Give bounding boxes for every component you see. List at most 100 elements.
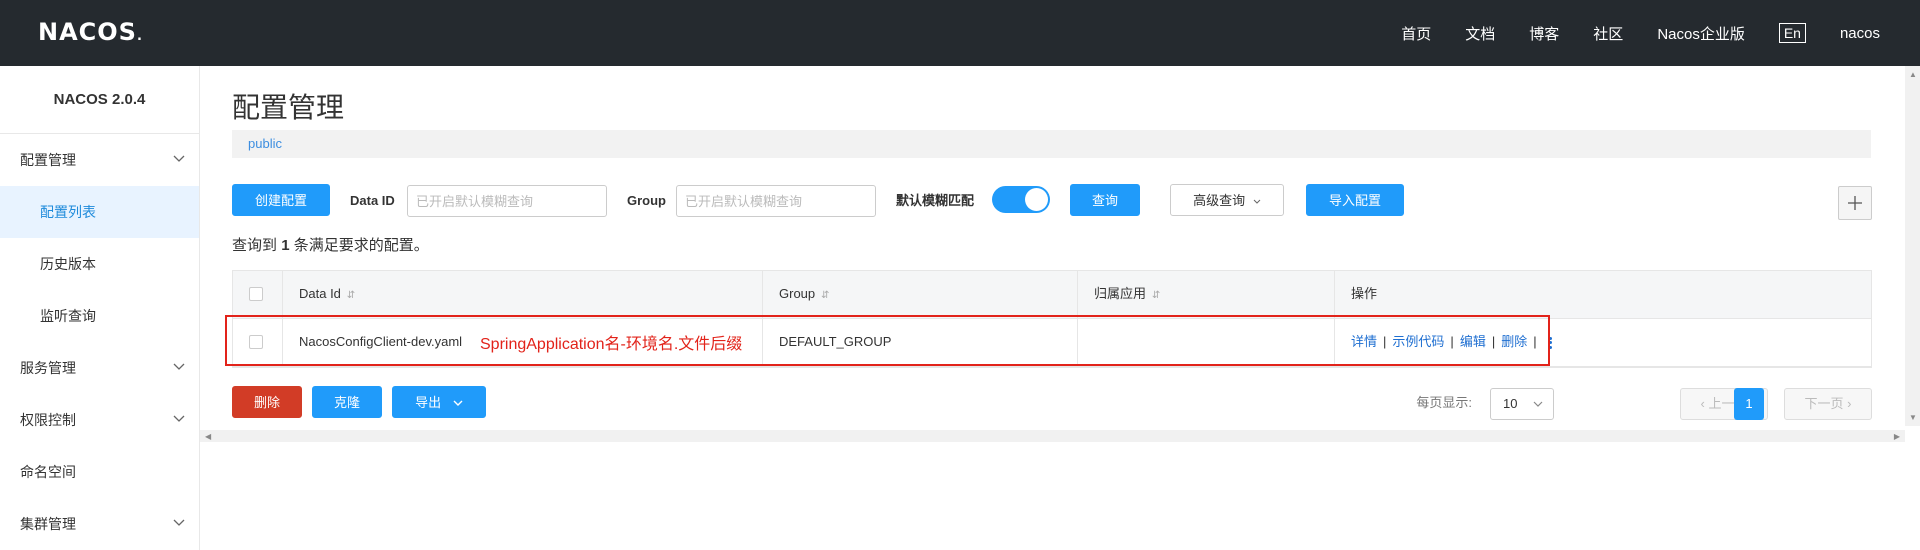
sort-icon[interactable]: ⇵ bbox=[821, 290, 829, 301]
sidebar-item-config-list[interactable]: 配置列表 bbox=[0, 186, 199, 238]
next-label: 下一页 bbox=[1804, 396, 1844, 411]
column-label: Data Id bbox=[299, 286, 341, 301]
chevron-down-icon bbox=[1533, 401, 1543, 407]
vertical-scrollbar[interactable]: ▲ ▼ bbox=[1905, 66, 1920, 426]
select-all-checkbox[interactable] bbox=[249, 286, 263, 301]
page-size-value: 10 bbox=[1503, 396, 1518, 411]
fuzzy-match-toggle[interactable] bbox=[992, 186, 1050, 213]
import-config-button[interactable]: 导入配置 bbox=[1306, 184, 1404, 216]
result-suffix: 条满足要求的配置。 bbox=[293, 237, 429, 254]
chevron-down-icon bbox=[453, 400, 463, 407]
group-label: Group bbox=[627, 193, 666, 208]
logo-text: NACOS bbox=[38, 18, 137, 46]
horizontal-scrollbar[interactable]: ◀ ▶ bbox=[200, 430, 1905, 442]
top-header: NACOS. 首页 文档 博客 社区 Nacos企业版 En nacos bbox=[0, 0, 1920, 66]
chevron-down-icon bbox=[1253, 199, 1261, 204]
clone-button[interactable]: 克隆 bbox=[312, 386, 382, 418]
advanced-query-label: 高级查询 bbox=[1193, 193, 1246, 208]
config-table: Data Id ⇵ Group ⇵ 归属应用 ⇵ 操作 NacosConfigClie… bbox=[232, 270, 1872, 368]
result-summary: 查询到 1 条满足要求的配置。 bbox=[232, 234, 429, 255]
cell-group: DEFAULT_GROUP bbox=[763, 319, 1078, 366]
top-nav: 首页 文档 博客 社区 Nacos企业版 En nacos bbox=[1367, 0, 1880, 66]
sidebar-item-label: 历史版本 bbox=[40, 256, 96, 272]
scroll-up-icon[interactable]: ▲ bbox=[1909, 70, 1917, 79]
language-toggle[interactable]: En bbox=[1778, 23, 1806, 43]
more-icon[interactable] bbox=[1548, 335, 1553, 350]
scroll-left-icon[interactable]: ◀ bbox=[205, 432, 211, 441]
column-label: 归属应用 bbox=[1094, 286, 1147, 301]
column-header-actions: 操作 bbox=[1335, 271, 1871, 318]
dataid-input[interactable] bbox=[407, 185, 607, 217]
chevron-down-icon bbox=[173, 342, 187, 394]
plus-icon bbox=[1848, 196, 1862, 210]
cell-app bbox=[1078, 319, 1335, 366]
nav-enterprise[interactable]: Nacos企业版 bbox=[1657, 23, 1745, 44]
action-edit[interactable]: 编辑 bbox=[1460, 334, 1486, 349]
page-1-button[interactable]: 1 bbox=[1734, 388, 1764, 420]
sidebar-item-label: 配置列表 bbox=[40, 204, 96, 220]
column-header-dataid[interactable]: Data Id ⇵ bbox=[283, 271, 763, 318]
delete-button[interactable]: 删除 bbox=[232, 386, 302, 418]
column-header-group[interactable]: Group ⇵ bbox=[763, 271, 1078, 318]
nav-blog[interactable]: 博客 bbox=[1529, 23, 1559, 44]
create-config-button[interactable]: 创建配置 bbox=[232, 184, 330, 216]
bottom-bar: 删除 克隆 导出 每页显示: 10 ‹ 上一页 1 下一页 › bbox=[232, 386, 1872, 422]
sidebar-item-label: 服务管理 bbox=[20, 360, 76, 376]
sidebar-item-cluster-management[interactable]: 集群管理 bbox=[0, 498, 199, 550]
nav-home[interactable]: 首页 bbox=[1401, 23, 1431, 44]
fuzzy-match-label: 默认模糊匹配 bbox=[896, 193, 975, 208]
result-prefix: 查询到 bbox=[232, 237, 278, 254]
group-input[interactable] bbox=[676, 185, 876, 217]
sidebar-item-access-control[interactable]: 权限控制 bbox=[0, 394, 199, 446]
column-header-app[interactable]: 归属应用 ⇵ bbox=[1078, 271, 1335, 318]
namespace-bar: public bbox=[232, 130, 1871, 158]
sidebar-item-label: 权限控制 bbox=[20, 412, 76, 428]
separator: | bbox=[1383, 334, 1387, 349]
nacos-logo[interactable]: NACOS. bbox=[38, 18, 143, 46]
toggle-knob bbox=[1025, 188, 1048, 211]
sidebar-item-service-management[interactable]: 服务管理 bbox=[0, 342, 199, 394]
separator: | bbox=[1491, 334, 1496, 349]
table-row: NacosConfigClient-dev.yaml DEFAULT_GROUP… bbox=[233, 319, 1871, 367]
scroll-down-icon[interactable]: ▼ bbox=[1909, 413, 1917, 422]
advanced-query-button[interactable]: 高级查询 bbox=[1170, 184, 1284, 216]
chevron-down-icon bbox=[173, 394, 187, 446]
column-label: 操作 bbox=[1351, 286, 1378, 301]
next-page-button[interactable]: 下一页 › bbox=[1784, 388, 1872, 420]
sidebar-item-config-management[interactable]: 配置管理 bbox=[0, 134, 199, 186]
search-toolbar: 创建配置 Data ID Group 默认模糊匹配 查询 高级查询 导入配置 bbox=[232, 184, 1872, 220]
sidebar-item-label: 配置管理 bbox=[20, 152, 76, 168]
action-sample-code[interactable]: 示例代码 bbox=[1392, 334, 1444, 349]
export-label: 导出 bbox=[415, 395, 442, 410]
page-size-label: 每页显示: bbox=[1416, 395, 1472, 410]
separator: | bbox=[1533, 334, 1537, 349]
annotation-note: SpringApplication名-环境名.文件后缀 bbox=[480, 330, 745, 354]
row-select-cell bbox=[233, 319, 283, 366]
select-all-cell bbox=[233, 271, 283, 318]
query-button[interactable]: 查询 bbox=[1070, 184, 1140, 216]
scroll-right-icon[interactable]: ▶ bbox=[1894, 432, 1900, 441]
action-delete[interactable]: 删除 bbox=[1501, 334, 1527, 349]
chevron-down-icon bbox=[173, 498, 187, 550]
sort-icon[interactable]: ⇵ bbox=[347, 290, 355, 301]
sidebar-item-history[interactable]: 历史版本 bbox=[0, 238, 199, 290]
result-count: 1 bbox=[281, 237, 290, 254]
export-button[interactable]: 导出 bbox=[392, 386, 486, 418]
page-size-select[interactable]: 10 bbox=[1490, 388, 1554, 420]
sidebar-item-label: 集群管理 bbox=[20, 516, 76, 532]
sidebar-item-namespace[interactable]: 命名空间 bbox=[0, 446, 199, 498]
page-title: 配置管理 bbox=[232, 92, 345, 123]
table-header-row: Data Id ⇵ Group ⇵ 归属应用 ⇵ 操作 bbox=[233, 271, 1871, 319]
sidebar-item-listener-query[interactable]: 监听查询 bbox=[0, 290, 199, 342]
logo-dot: . bbox=[136, 29, 143, 44]
nav-docs[interactable]: 文档 bbox=[1465, 23, 1495, 44]
column-label: Group bbox=[779, 286, 816, 301]
user-name[interactable]: nacos bbox=[1840, 25, 1880, 42]
namespace-public[interactable]: public bbox=[248, 136, 282, 151]
nav-community[interactable]: 社区 bbox=[1593, 23, 1623, 44]
add-button[interactable] bbox=[1838, 186, 1872, 220]
action-detail[interactable]: 详情 bbox=[1351, 334, 1377, 349]
sort-icon[interactable]: ⇵ bbox=[1152, 290, 1160, 301]
row-checkbox[interactable] bbox=[249, 334, 263, 349]
sidebar: NACOS 2.0.4 配置管理 配置列表 历史版本 监听查询 服务管理 权限控… bbox=[0, 66, 200, 550]
